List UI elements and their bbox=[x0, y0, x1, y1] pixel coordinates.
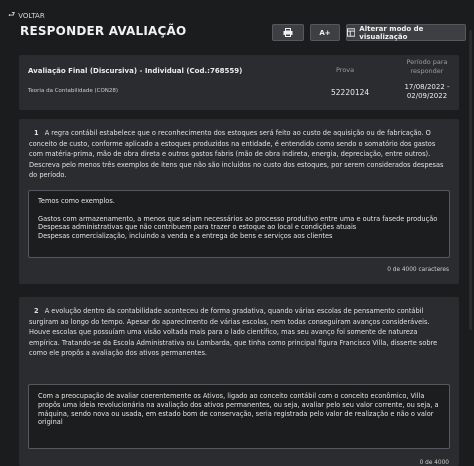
question-number: 2 bbox=[34, 307, 39, 315]
question-text: 1 A regra contábil estabelece que o reco… bbox=[29, 128, 449, 181]
prova-value: 52220124 bbox=[331, 88, 370, 97]
page-scrollbar[interactable] bbox=[469, 30, 472, 330]
assessment-info-panel: Avaliação Final (Discursiva) - Individua… bbox=[19, 55, 459, 110]
period-value: 17/08/2022 - 02/09/2022 bbox=[404, 83, 450, 100]
question-statement: A evolução dentro da contabilidade acont… bbox=[29, 307, 438, 357]
question-text: 2 A evolução dentro da contabilidade aco… bbox=[29, 306, 449, 359]
period-label: Período para responder bbox=[406, 58, 448, 75]
answer-textarea[interactable]: Com a preocupação de avaliar coerentemen… bbox=[28, 384, 450, 449]
change-view-mode-label: Alterar modo de visualização bbox=[359, 24, 424, 41]
question-card: 2 A evolução dentro da contabilidade aco… bbox=[19, 297, 459, 466]
prova-label: Prova bbox=[336, 66, 355, 74]
character-counter: 0 de 4000 caracteres bbox=[387, 267, 449, 273]
printer-icon bbox=[283, 28, 293, 37]
page-title: RESPONDER AVALIAÇÃO bbox=[20, 24, 187, 38]
back-label: VOLTAR bbox=[18, 12, 45, 20]
font-size-button[interactable]: A+ bbox=[310, 24, 340, 41]
course-name: Teoria da Contabilidade (CON28) bbox=[28, 88, 119, 94]
question-card: 1 A regra contábil estabelece que o reco… bbox=[19, 119, 459, 284]
change-view-mode-button[interactable]: Alterar modo de visualização bbox=[346, 24, 466, 41]
question-number: 1 bbox=[34, 129, 39, 137]
layout-icon bbox=[347, 28, 356, 37]
back-arrow-icon: ⮐ bbox=[8, 10, 16, 19]
font-size-label: A+ bbox=[319, 28, 331, 37]
print-button[interactable] bbox=[272, 24, 304, 41]
assessment-name: Avaliação Final (Discursiva) - Individua… bbox=[28, 67, 243, 75]
answer-textarea[interactable]: Temos como exemplos. Gastos com armazena… bbox=[28, 190, 450, 258]
back-link[interactable]: ⮐ VOLTAR bbox=[8, 9, 45, 23]
question-statement: A regra contábil estabelece que o reconh… bbox=[29, 129, 444, 179]
character-counter: 0 de 4000 bbox=[419, 460, 449, 466]
